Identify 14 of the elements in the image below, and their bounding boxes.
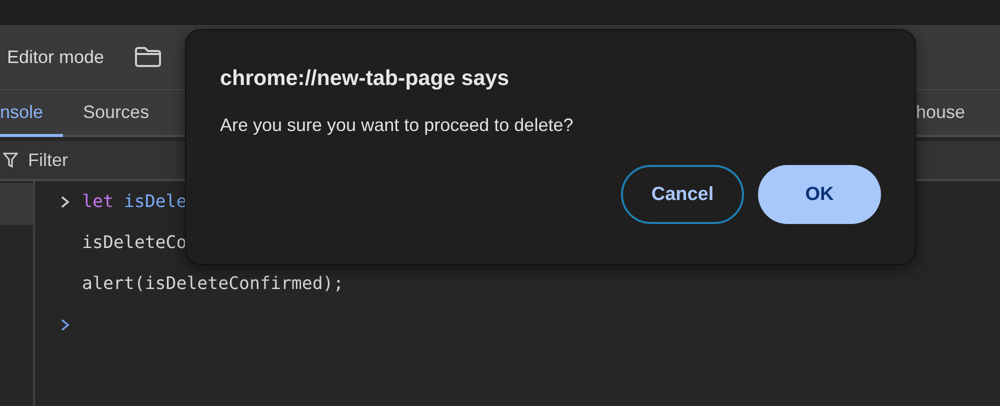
dialog-title: chrome://new-tab-page says bbox=[220, 66, 510, 91]
code-line: alert(isDeleteConfirmed); bbox=[82, 274, 344, 294]
ok-button[interactable]: OK bbox=[758, 165, 881, 224]
filter-field[interactable]: Filter bbox=[28, 150, 328, 170]
editor-mode-label[interactable]: Editor mode bbox=[7, 46, 104, 68]
panel-tab[interactable]: Sources bbox=[63, 90, 170, 137]
panel-tab[interactable]: nsole bbox=[0, 90, 64, 137]
folder-icon[interactable] bbox=[134, 46, 162, 68]
filter-icon bbox=[3, 152, 18, 168]
code-line: let isDele bbox=[82, 192, 187, 212]
dialog-message: Are you sure you want to proceed to delete? bbox=[220, 115, 574, 136]
panel-tab[interactable]: house bbox=[916, 90, 1000, 137]
cancel-button[interactable]: Cancel bbox=[621, 165, 744, 224]
code-line: isDeleteCo bbox=[82, 232, 187, 252]
